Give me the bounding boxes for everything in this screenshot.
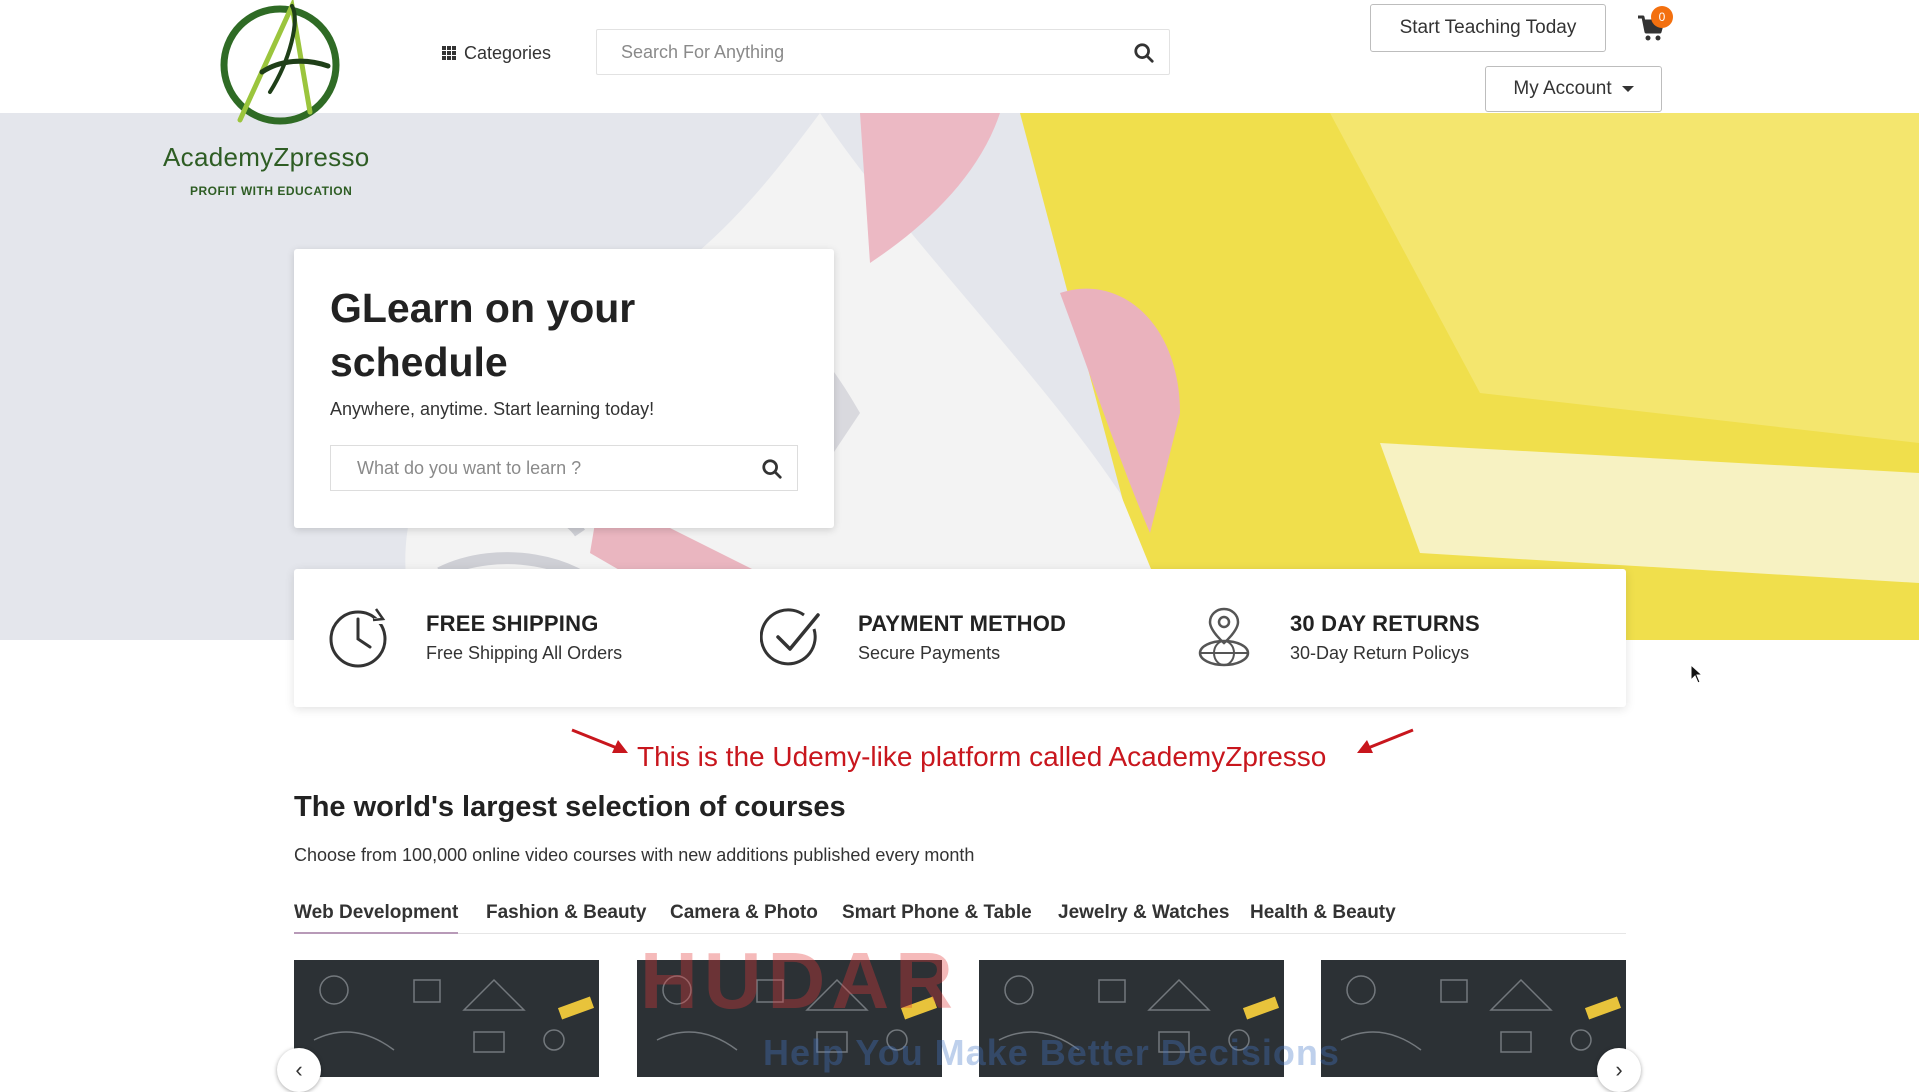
- courses-section-title: The world's largest selection of courses: [294, 791, 846, 823]
- feature-subtitle: Free Shipping All Orders: [426, 643, 623, 663]
- hero-search-input[interactable]: [355, 457, 739, 480]
- my-account-button[interactable]: My Account: [1485, 66, 1662, 112]
- top-search-input[interactable]: [619, 41, 1103, 64]
- feature-title: 30 DAY RETURNS: [1290, 611, 1480, 636]
- mouse-cursor-icon: [1690, 664, 1704, 684]
- hero-title: GLearn on your schedule: [330, 285, 636, 385]
- annotation-arrow-right-icon: [1357, 728, 1414, 753]
- tab-jewelry-watches[interactable]: Jewelry & Watches: [1058, 902, 1229, 924]
- search-icon[interactable]: [761, 458, 783, 480]
- feature-30-day-returns: 30 DAY RETURNS 30-Day Return Policys: [1158, 605, 1578, 675]
- cart-count-badge: 0: [1651, 6, 1673, 28]
- hero-search-box: [330, 445, 798, 491]
- top-search-box: [596, 29, 1170, 75]
- tab-health-beauty[interactable]: Health & Beauty: [1250, 902, 1396, 924]
- tab-camera-photo[interactable]: Camera & Photo: [670, 902, 818, 924]
- chevron-left-icon: ‹: [295, 1057, 303, 1082]
- search-icon[interactable]: [1133, 42, 1155, 64]
- feature-payment-method: PAYMENT METHOD Secure Payments: [726, 605, 1146, 675]
- features-bar: FREE SHIPPING Free Shipping All Orders P…: [294, 569, 1626, 707]
- hero-subtitle: Anywhere, anytime. Start learning today!: [330, 399, 655, 419]
- feature-title: PAYMENT METHOD: [858, 611, 1067, 636]
- chevron-down-icon: [1621, 86, 1634, 92]
- brand-tagline: PROFIT WITH EDUCATION: [190, 184, 353, 198]
- chevron-right-icon: ›: [1615, 1057, 1623, 1082]
- clock-icon: [329, 608, 389, 668]
- feature-subtitle: 30-Day Return Policys: [1290, 643, 1470, 663]
- course-card[interactable]: [1321, 960, 1626, 1077]
- brand-name: AcademyZpresso: [163, 142, 370, 172]
- start-teaching-button[interactable]: Start Teaching Today: [1370, 4, 1606, 52]
- tab-web-development[interactable]: Web Development: [294, 902, 459, 934]
- annotation-arrow-left-icon: [571, 728, 628, 753]
- course-card[interactable]: [294, 960, 599, 1077]
- course-thumbnail-image: [1340, 975, 1592, 1053]
- annotation-text: This is the Udemy-like platform called A…: [637, 741, 1327, 772]
- categories-menu[interactable]: Categories: [442, 40, 551, 66]
- carousel-prev-button[interactable]: ‹: [277, 1048, 321, 1092]
- globe-pin-icon: [1198, 607, 1250, 667]
- tab-fashion-beauty[interactable]: Fashion & Beauty: [486, 902, 646, 924]
- course-category-tabs: Web Development Fashion & Beauty Camera …: [294, 896, 1626, 934]
- watermark-subtext: Help You Make Better Decisions: [763, 1032, 1340, 1073]
- feature-subtitle: Secure Payments: [858, 643, 1001, 663]
- logo-mark-icon: [220, 0, 340, 125]
- categories-label: Categories: [464, 42, 552, 63]
- site-logo[interactable]: AcademyZpresso PROFIT WITH EDUCATION: [160, 0, 400, 205]
- feature-free-shipping: FREE SHIPPING Free Shipping All Orders: [294, 605, 714, 675]
- my-account-label: My Account: [1513, 78, 1612, 99]
- checkmark-circle-icon: [760, 608, 820, 666]
- tab-smart-phone-table[interactable]: Smart Phone & Table: [842, 902, 1032, 924]
- course-thumbnail-image: [313, 975, 565, 1053]
- courses-section-subtitle: Choose from 100,000 online video courses…: [294, 845, 975, 865]
- carousel-next-button[interactable]: ›: [1597, 1048, 1641, 1092]
- grid-icon: [442, 46, 456, 60]
- feature-title: FREE SHIPPING: [426, 611, 599, 636]
- hero-card: GLearn on your schedule Anywhere, anytim…: [294, 249, 834, 528]
- watermark-text: HUDAR: [640, 936, 959, 1025]
